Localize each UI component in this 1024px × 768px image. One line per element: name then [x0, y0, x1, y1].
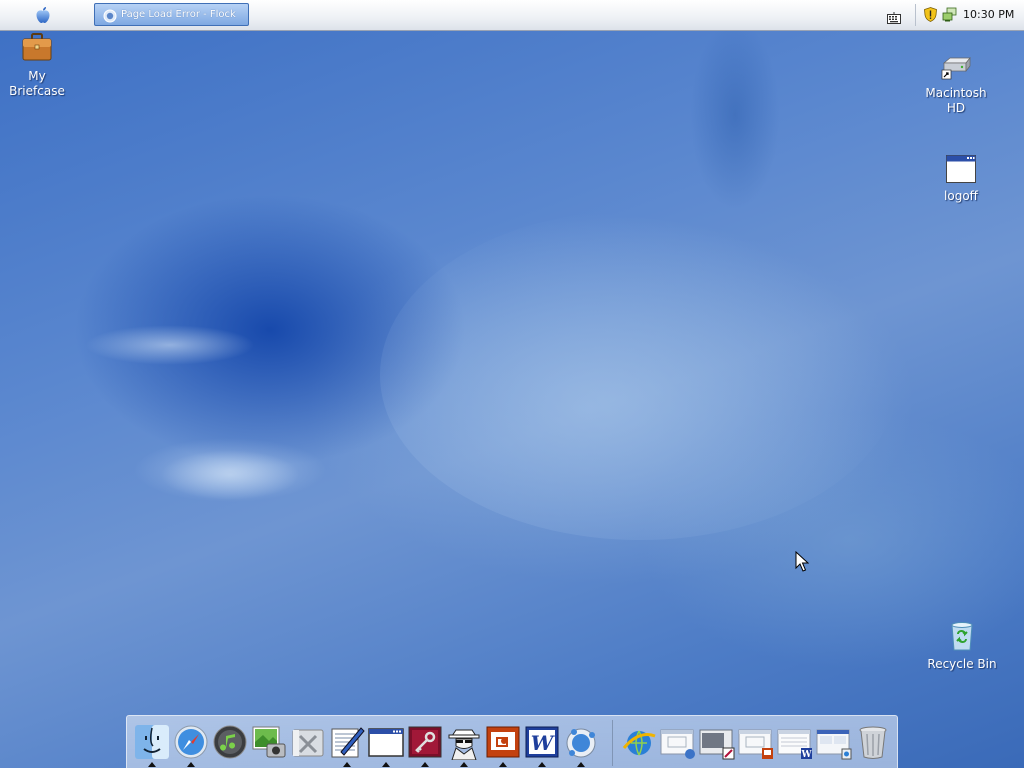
tray-separator [915, 4, 916, 26]
running-indicator [577, 762, 585, 767]
wallpaper-streak [690, 20, 780, 210]
network-status-icon[interactable] [942, 7, 957, 22]
taskbar-window-button[interactable]: Page Load Error - Flock [94, 3, 249, 26]
wallpaper-streak [160, 450, 300, 500]
running-indicator [460, 762, 468, 767]
wallpaper-streak [380, 210, 900, 540]
desktop-background [0, 0, 1024, 768]
running-indicator [499, 762, 507, 767]
window-thumbnail-3-icon[interactable] [738, 724, 774, 760]
dock: W W [126, 715, 898, 768]
taskbar-window-title: Page Load Error - Flock [121, 9, 236, 20]
desktop-icon-macintosh-hd[interactable]: Macintosh HD [920, 53, 992, 116]
dock-separator [612, 720, 613, 766]
menu-bar-clock[interactable]: 10:30 PM [963, 8, 1014, 21]
desktop-icon-label: logoff [944, 189, 978, 203]
finder-icon[interactable] [134, 724, 170, 760]
keyboard-icon[interactable] [887, 9, 901, 24]
window-thumbnail-2-icon[interactable] [699, 724, 735, 760]
application-window-icon [945, 153, 977, 185]
key-app-icon[interactable] [407, 724, 443, 760]
svg-text:W: W [531, 731, 556, 755]
running-indicator [538, 762, 546, 767]
running-indicator [382, 762, 390, 767]
menu-bar: Page Load Error - Flock 10:30 PM [0, 0, 1024, 31]
window-thumbnail-5-icon[interactable] [816, 724, 852, 760]
desktop-icon-recycle-bin[interactable]: Recycle Bin [922, 620, 1002, 672]
running-indicator [421, 762, 429, 767]
system-tools-icon[interactable] [290, 724, 326, 760]
safari-icon[interactable] [173, 724, 209, 760]
powerpoint-icon[interactable] [485, 724, 521, 760]
internet-explorer-icon[interactable] [621, 724, 657, 760]
desktop-icon-label: Macintosh HD [925, 86, 987, 115]
svg-text:W: W [800, 750, 812, 760]
running-indicator [148, 762, 156, 767]
briefcase-icon [21, 31, 53, 63]
desktop-icon-label: My Briefcase [9, 69, 65, 98]
iphoto-icon[interactable] [251, 724, 287, 760]
network-globe-icon[interactable] [563, 724, 599, 760]
desktop-icon-my-briefcase[interactable]: My Briefcase [5, 31, 69, 99]
flock-browser-icon [103, 8, 117, 22]
itunes-icon[interactable] [212, 724, 248, 760]
hard-drive-icon [940, 53, 972, 81]
desktop-icon-logoff[interactable]: logoff [925, 153, 997, 204]
window-thumbnail-4-icon[interactable]: W [777, 724, 813, 760]
running-indicator [343, 762, 351, 767]
word-icon[interactable]: W [524, 724, 560, 760]
window-thumbnail-1-icon[interactable] [660, 724, 696, 760]
running-indicator [187, 762, 195, 767]
text-editor-icon[interactable] [329, 724, 365, 760]
spy-app-icon[interactable] [446, 724, 482, 761]
mouse-cursor-icon [795, 550, 810, 573]
wallpaper-streak [85, 325, 255, 365]
apple-menu-icon[interactable] [33, 5, 53, 25]
trash-icon[interactable] [855, 724, 891, 760]
recycle-bin-icon [946, 620, 978, 652]
blank-window-icon[interactable] [368, 724, 404, 760]
desktop-icon-label: Recycle Bin [927, 657, 997, 671]
security-shield-icon[interactable] [924, 7, 937, 22]
